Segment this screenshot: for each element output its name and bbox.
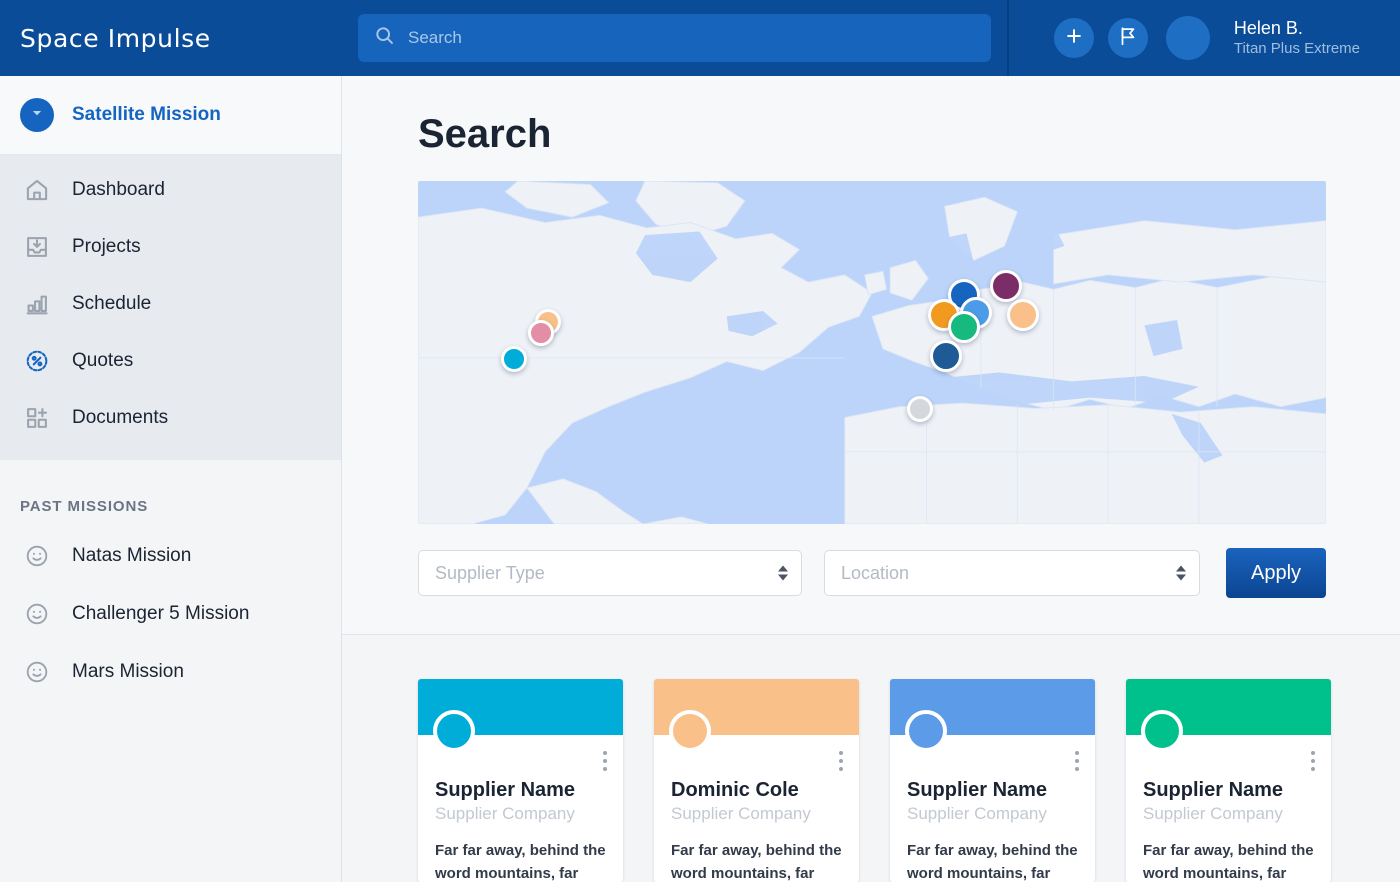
card-company: Supplier Company xyxy=(435,804,606,824)
location-filter[interactable]: Location xyxy=(824,550,1200,596)
card-description: Far far away, behind the word mountains,… xyxy=(435,840,606,882)
past-mission-label: Mars Mission xyxy=(72,661,184,683)
body-row: Satellite Mission Dashboard xyxy=(0,76,1400,882)
card-description: Far far away, behind the word mountains,… xyxy=(1143,840,1314,882)
past-missions-heading: PAST MISSIONS xyxy=(0,460,341,527)
sidebar-item-label: Documents xyxy=(72,407,168,429)
card-menu-icon[interactable] xyxy=(839,751,843,771)
sidebar-item-challenger-5-mission[interactable]: Challenger 5 Mission xyxy=(0,585,341,643)
smiley-icon xyxy=(20,543,54,569)
map-pin[interactable] xyxy=(501,346,527,372)
card-body: Dominic Cole Supplier Company Far far aw… xyxy=(654,735,859,882)
page-title: Search xyxy=(418,112,1326,157)
card-body: Supplier Name Supplier Company Far far a… xyxy=(418,735,623,882)
card-menu-icon[interactable] xyxy=(1311,751,1315,771)
card-menu-icon[interactable] xyxy=(603,751,607,771)
main-content: Search xyxy=(342,76,1400,882)
sidebar-item-projects[interactable]: Projects xyxy=(0,218,341,275)
sidebar-item-label: Quotes xyxy=(72,350,133,372)
inbox-download-icon xyxy=(20,234,54,260)
card-avatar xyxy=(905,710,947,752)
past-mission-label: Challenger 5 Mission xyxy=(72,603,249,625)
card-description: Far far away, behind the word mountains,… xyxy=(671,840,842,882)
search-section: Search xyxy=(342,76,1400,635)
card-avatar xyxy=(669,710,711,752)
home-icon xyxy=(20,177,54,203)
sidebar-item-schedule[interactable]: Schedule xyxy=(0,275,341,332)
supplier-type-filter[interactable]: Supplier Type xyxy=(418,550,802,596)
card-description: Far far away, behind the word mountains,… xyxy=(907,840,1078,882)
location-select[interactable]: Location xyxy=(824,550,1200,596)
flag-icon xyxy=(1117,25,1139,52)
supplier-results-grid: Supplier Name Supplier Company Far far a… xyxy=(342,635,1400,882)
map-pin[interactable] xyxy=(907,396,933,422)
card-menu-icon[interactable] xyxy=(1075,751,1079,771)
supplier-card[interactable]: Supplier Name Supplier Company Far far a… xyxy=(418,679,623,882)
sidebar-item-label: Schedule xyxy=(72,293,151,315)
sidebar-item-mars-mission[interactable]: Mars Mission xyxy=(0,643,341,701)
card-avatar xyxy=(433,710,475,752)
brand-logo[interactable]: Space Impulse xyxy=(0,24,342,53)
sidebar-item-satellite-mission[interactable]: Satellite Mission xyxy=(0,76,341,155)
add-button[interactable] xyxy=(1054,18,1094,58)
bar-chart-icon xyxy=(20,291,54,317)
search-icon xyxy=(374,25,395,51)
card-company: Supplier Company xyxy=(1143,804,1314,824)
search-input[interactable] xyxy=(408,28,975,48)
sidebar-item-documents[interactable]: Documents xyxy=(0,389,341,446)
card-body: Supplier Name Supplier Company Far far a… xyxy=(1126,735,1331,882)
supplier-card[interactable]: Dominic Cole Supplier Company Far far aw… xyxy=(654,679,859,882)
past-mission-label: Natas Mission xyxy=(72,545,191,567)
header-actions: Helen B. Titan Plus Extreme xyxy=(1054,16,1400,60)
smiley-icon xyxy=(20,659,54,685)
header-divider xyxy=(1007,0,1009,76)
card-name: Dominic Cole xyxy=(671,779,842,802)
card-name: Supplier Name xyxy=(435,779,606,802)
map-landmasses xyxy=(418,181,1326,524)
card-avatar xyxy=(1141,710,1183,752)
map-pin[interactable] xyxy=(990,270,1022,302)
card-company: Supplier Company xyxy=(907,804,1078,824)
supplier-type-select[interactable]: Supplier Type xyxy=(418,550,802,596)
sidebar: Satellite Mission Dashboard xyxy=(0,76,342,882)
card-name: Supplier Name xyxy=(1143,779,1314,802)
user-plan: Titan Plus Extreme xyxy=(1234,40,1360,59)
supplier-card[interactable]: Supplier Name Supplier Company Far far a… xyxy=(890,679,1095,882)
map-pin[interactable] xyxy=(930,340,962,372)
sidebar-item-dashboard[interactable]: Dashboard xyxy=(0,161,341,218)
sidebar-nav-group: Dashboard Projects xyxy=(0,155,341,460)
filter-bar: Supplier Type Location xyxy=(418,548,1326,598)
mission-badge xyxy=(20,98,54,132)
avatar[interactable] xyxy=(1166,16,1210,60)
flag-button[interactable] xyxy=(1108,18,1148,58)
map-pin[interactable] xyxy=(1007,299,1039,331)
sidebar-item-label: Projects xyxy=(72,236,141,258)
header-search-area xyxy=(342,14,1054,62)
card-body: Supplier Name Supplier Company Far far a… xyxy=(890,735,1095,882)
smiley-icon xyxy=(20,601,54,627)
global-search-box[interactable] xyxy=(358,14,991,62)
map-pin[interactable] xyxy=(528,320,554,346)
supplier-card[interactable]: Supplier Name Supplier Company Far far a… xyxy=(1126,679,1331,882)
sidebar-item-quotes[interactable]: Quotes xyxy=(0,332,341,389)
sidebar-item-natas-mission[interactable]: Natas Mission xyxy=(0,527,341,585)
percent-badge-icon xyxy=(20,348,54,374)
supplier-map[interactable] xyxy=(418,181,1326,524)
top-header: Space Impulse xyxy=(0,0,1400,76)
grid-plus-icon xyxy=(20,405,54,431)
mission-title: Satellite Mission xyxy=(72,104,221,126)
map-pin[interactable] xyxy=(948,311,980,343)
app-root: Space Impulse xyxy=(0,0,1400,882)
plus-icon xyxy=(1064,26,1084,51)
sidebar-item-label: Dashboard xyxy=(72,179,165,201)
user-menu[interactable]: Helen B. Titan Plus Extreme xyxy=(1234,17,1360,58)
chevron-down-icon xyxy=(30,106,44,125)
apply-button[interactable]: Apply xyxy=(1226,548,1326,598)
user-name: Helen B. xyxy=(1234,17,1360,40)
card-company: Supplier Company xyxy=(671,804,842,824)
card-name: Supplier Name xyxy=(907,779,1078,802)
